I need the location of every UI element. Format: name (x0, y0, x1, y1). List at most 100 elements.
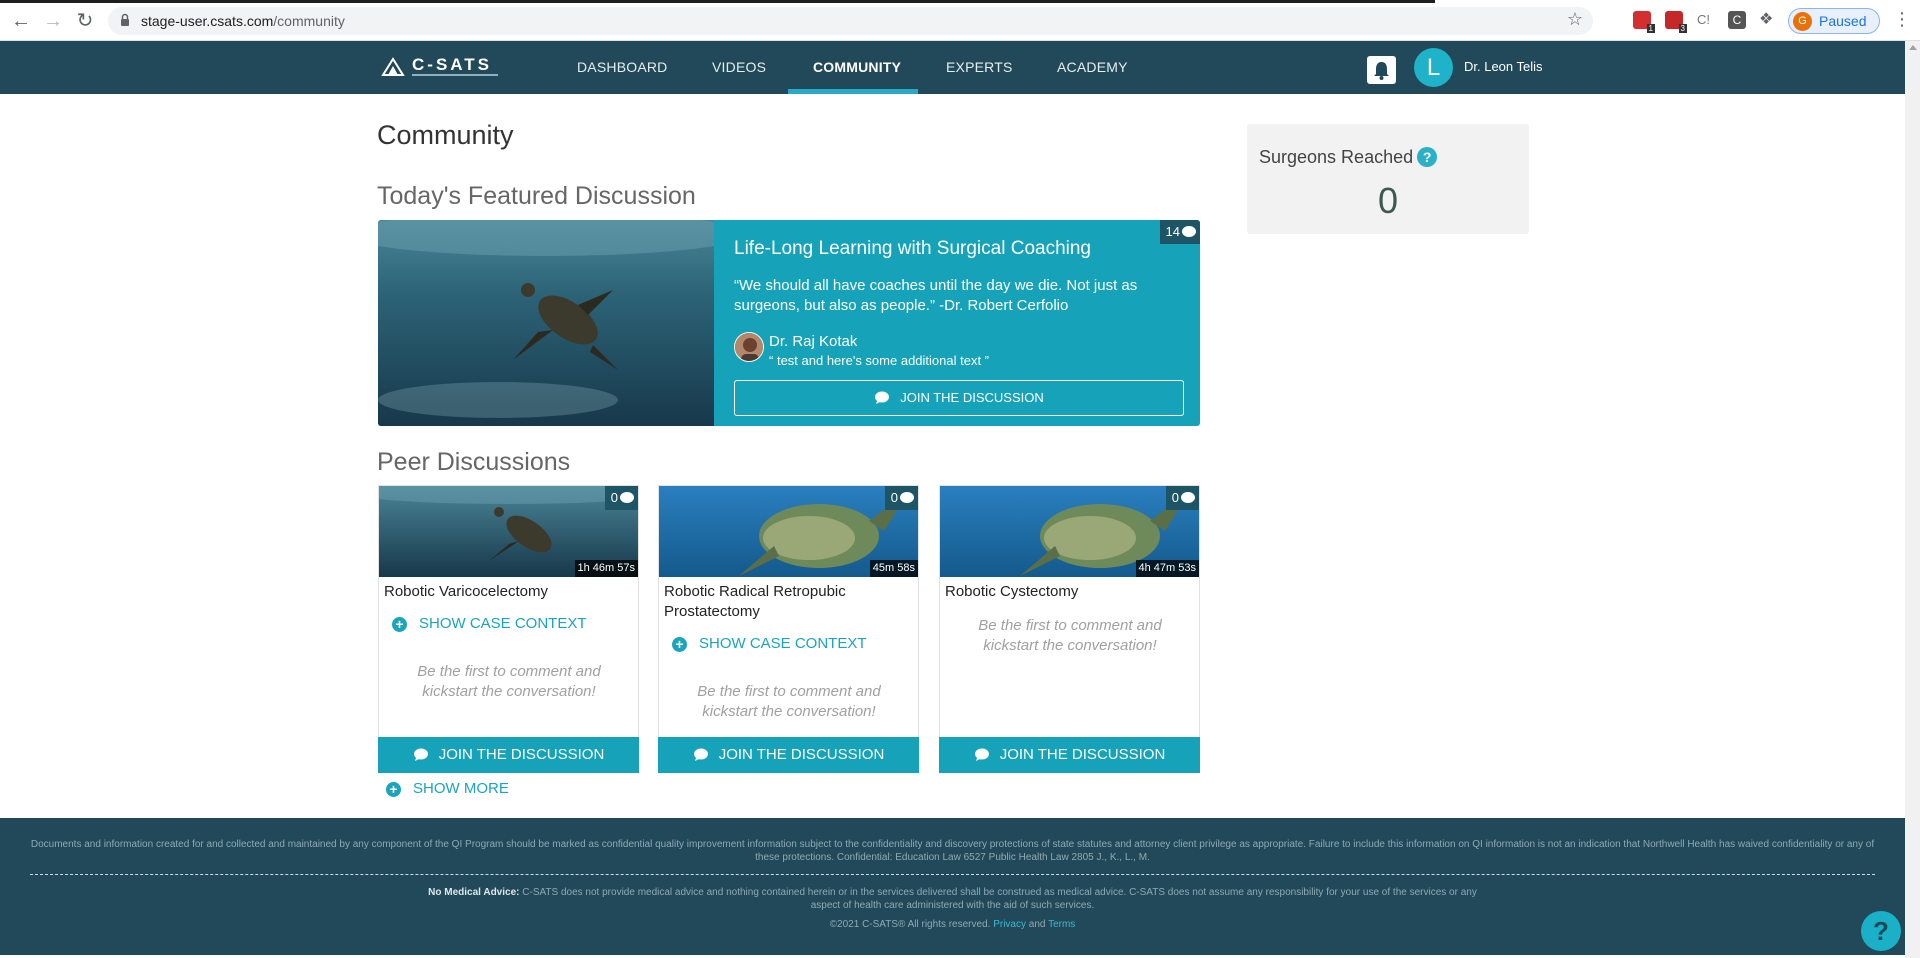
peer-discussion-card: 0 4h 47m 53s Robotic Cystectomy Be the f… (939, 485, 1200, 773)
featured-comment-count: 14 (1159, 220, 1200, 244)
extension-icon-1[interactable]: 1 (1633, 11, 1655, 33)
page-scrollbar[interactable] (1905, 41, 1920, 958)
case-title[interactable]: Robotic Radical Retropubic Prostatectomy (664, 582, 914, 622)
featured-title[interactable]: Life-Long Learning with Surgical Coachin… (734, 238, 1091, 260)
logo-mark-icon (381, 57, 405, 76)
reload-icon[interactable]: ↻ (73, 9, 97, 33)
comment-count-value: 0 (890, 490, 898, 505)
page-footer: Documents and information created for an… (0, 818, 1905, 955)
comment-count: 0 (1165, 486, 1199, 510)
show-case-context-label: SHOW CASE CONTEXT (699, 635, 867, 652)
empty-comments-text: Be the first to comment and kickstart th… (417, 663, 601, 700)
app-header: C-SATS DASHBOARD VIDEOS COMMUNITY EXPERT… (0, 41, 1905, 94)
profile-paused-button[interactable]: G Paused (1788, 8, 1880, 34)
join-discussion-button[interactable]: JOIN THE DISCUSSION (378, 737, 639, 773)
chat-icon (875, 391, 890, 404)
terms-link[interactable]: Terms (1048, 919, 1075, 930)
featured-count-value: 14 (1165, 224, 1180, 239)
chat-icon (974, 748, 989, 761)
show-case-context-button[interactable]: + SHOW CASE CONTEXT (392, 615, 587, 632)
featured-quote: “We should all have coaches until the da… (734, 277, 1138, 314)
profile-avatar: G (1793, 12, 1812, 31)
surgeons-reached-panel: Surgeons Reached? 0 (1247, 124, 1529, 234)
nav-academy[interactable]: ACADEMY (1057, 41, 1128, 94)
no-medical-advice-text: C-SATS does not provide medical advice a… (522, 887, 1477, 911)
footer-legal-text: Documents and information created for an… (30, 839, 1875, 863)
chat-icon (693, 748, 708, 761)
nav-videos[interactable]: VIDEOS (712, 41, 766, 94)
surgeons-reached-label-row: Surgeons Reached? (1259, 147, 1438, 168)
video-duration: 1h 46m 57s (574, 560, 638, 577)
extension-badge-1: 1 (1646, 24, 1655, 33)
address-bar[interactable]: stage-user.csats.com/community ☆ (108, 7, 1593, 35)
forward-arrow-icon[interactable]: → (41, 9, 65, 33)
show-case-context-button[interactable]: + SHOW CASE CONTEXT (672, 635, 867, 652)
no-medical-advice-title: No Medical Advice: (428, 887, 520, 898)
nav-dashboard[interactable]: DASHBOARD (577, 41, 667, 94)
join-discussion-button[interactable]: JOIN THE DISCUSSION (939, 737, 1200, 773)
profile-status: Paused (1819, 13, 1867, 29)
logo-wordmark: C-SATS (412, 55, 493, 74)
extension-badge-2: 3 (1678, 24, 1687, 33)
bell-icon (1374, 62, 1389, 80)
surgeons-reached-value: 0 (1377, 180, 1399, 221)
comment-count-value: 0 (610, 490, 618, 505)
help-chat-icon[interactable]: ? (1861, 911, 1901, 951)
peer-heading: Peer Discussions (377, 448, 571, 476)
comment-count: 0 (884, 486, 918, 510)
video-duration: 4h 47m 53s (1135, 560, 1199, 577)
featured-author: Dr. Raj Kotak (769, 333, 858, 350)
privacy-link[interactable]: Privacy (993, 919, 1026, 930)
lock-icon (121, 13, 129, 26)
notifications-button[interactable] (1367, 56, 1396, 84)
empty-comments-text: Be the first to comment and kickstart th… (978, 617, 1162, 654)
browser-menu-icon[interactable]: ⋮ (1893, 9, 1911, 30)
browser-toolbar: ← → ↻ stage-user.csats.com/community ☆ 1… (0, 0, 1920, 41)
and-text: and (1028, 919, 1046, 930)
puzzle-icon[interactable]: ❖ (1759, 11, 1777, 29)
user-avatar[interactable]: L (1414, 48, 1453, 87)
scroll-up-icon[interactable] (1909, 45, 1917, 50)
user-name[interactable]: Dr. Leon Telis (1464, 59, 1543, 74)
comment-bubble-icon (620, 492, 634, 503)
comment-bubble-icon (1181, 492, 1195, 503)
video-duration: 45m 58s (869, 560, 918, 577)
plus-circle-icon: + (672, 637, 687, 652)
bookmark-star-icon[interactable]: ☆ (1567, 9, 1583, 30)
back-arrow-icon[interactable]: ← (9, 9, 33, 33)
footer-medical-disclaimer: No Medical Advice: C-SATS does not provi… (420, 886, 1485, 912)
peer-discussion-card: 0 1h 46m 57s Robotic Varicocelectomy + SH… (378, 485, 639, 773)
featured-discussion-card: 14 Life-Long Learning with Surgical Coac… (378, 220, 1200, 426)
author-avatar (734, 332, 764, 362)
comment-bubble-icon (1182, 226, 1196, 237)
featured-join-button[interactable]: JOIN THE DISCUSSION (734, 380, 1184, 416)
nav-community[interactable]: COMMUNITY (813, 41, 901, 94)
show-more-button[interactable]: + SHOW MORE (386, 780, 509, 797)
plus-circle-icon: + (386, 782, 401, 797)
case-title[interactable]: Robotic Varicocelectomy (384, 582, 634, 602)
extension-icon-2[interactable]: 3 (1665, 11, 1687, 33)
join-discussion-label: JOIN THE DISCUSSION (999, 746, 1166, 763)
help-question-icon[interactable]: ? (1417, 147, 1438, 167)
url-text: stage-user.csats.com/community (141, 13, 345, 29)
extension-icon-3[interactable]: C! (1697, 11, 1715, 29)
footer-copyright: ©2021 C-SATS® All rights reserved. Priva… (0, 919, 1905, 930)
nav-experts[interactable]: EXPERTS (946, 41, 1013, 94)
featured-comment-snippet: “ test and here's some additional text ” (769, 353, 990, 368)
footer-divider (30, 874, 1875, 875)
featured-comment-text: test and here's some additional text (776, 353, 982, 368)
tab-strip-edge (0, 0, 1435, 3)
url-path: /community (273, 13, 345, 29)
show-case-context-label: SHOW CASE CONTEXT (419, 615, 587, 632)
case-title[interactable]: Robotic Cystectomy (945, 582, 1195, 602)
featured-turtle-image[interactable] (378, 220, 714, 426)
page-title: Community (377, 120, 514, 150)
comment-count: 0 (604, 486, 638, 510)
url-host: stage-user.csats.com (141, 13, 274, 29)
plus-circle-icon: + (392, 617, 407, 632)
join-discussion-button[interactable]: JOIN THE DISCUSSION (658, 737, 919, 773)
copyright-text: ©2021 C-SATS® All rights reserved. (829, 919, 991, 930)
surgeons-reached-label: Surgeons Reached (1259, 147, 1414, 167)
csats-logo[interactable]: C-SATS (381, 55, 501, 81)
extension-icon-4[interactable]: C (1728, 11, 1746, 29)
